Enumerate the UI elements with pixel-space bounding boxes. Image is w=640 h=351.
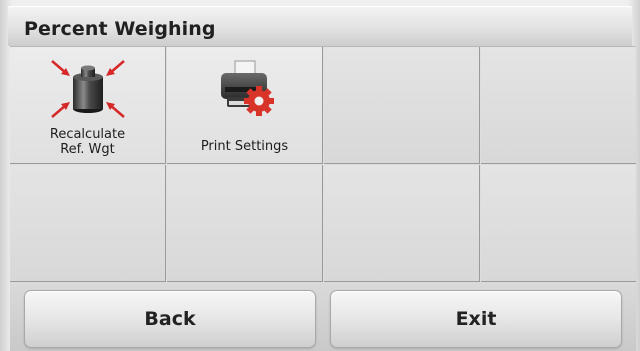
menu-item-empty [324,165,480,282]
menu-item-empty [481,165,636,282]
title-bar: Percent Weighing [8,6,632,46]
menu-item-empty [481,47,636,164]
menu-item-empty [167,165,323,282]
menu-item-print-settings[interactable]: Print Settings [167,47,323,164]
button-bar: Back Exit [10,282,636,351]
printer-settings-icon [221,60,274,116]
exit-button[interactable]: Exit [330,290,622,348]
page-title: Percent Weighing [24,18,216,40]
back-button[interactable]: Back [24,290,316,348]
menu-item-recalculate-ref-wgt[interactable]: Recalculate Ref. Wgt [10,47,166,164]
menu-item-empty [10,165,166,282]
menu-grid: Recalculate Ref. Wgt Print Settings [10,46,636,283]
menu-item-label: Print Settings [200,139,289,154]
menu-item-label: Recalculate [49,127,126,142]
recalculate-reference-weight-icon [51,60,125,118]
menu-item-label-line2: Ref. Wgt [60,142,115,157]
menu-item-empty [324,47,480,164]
